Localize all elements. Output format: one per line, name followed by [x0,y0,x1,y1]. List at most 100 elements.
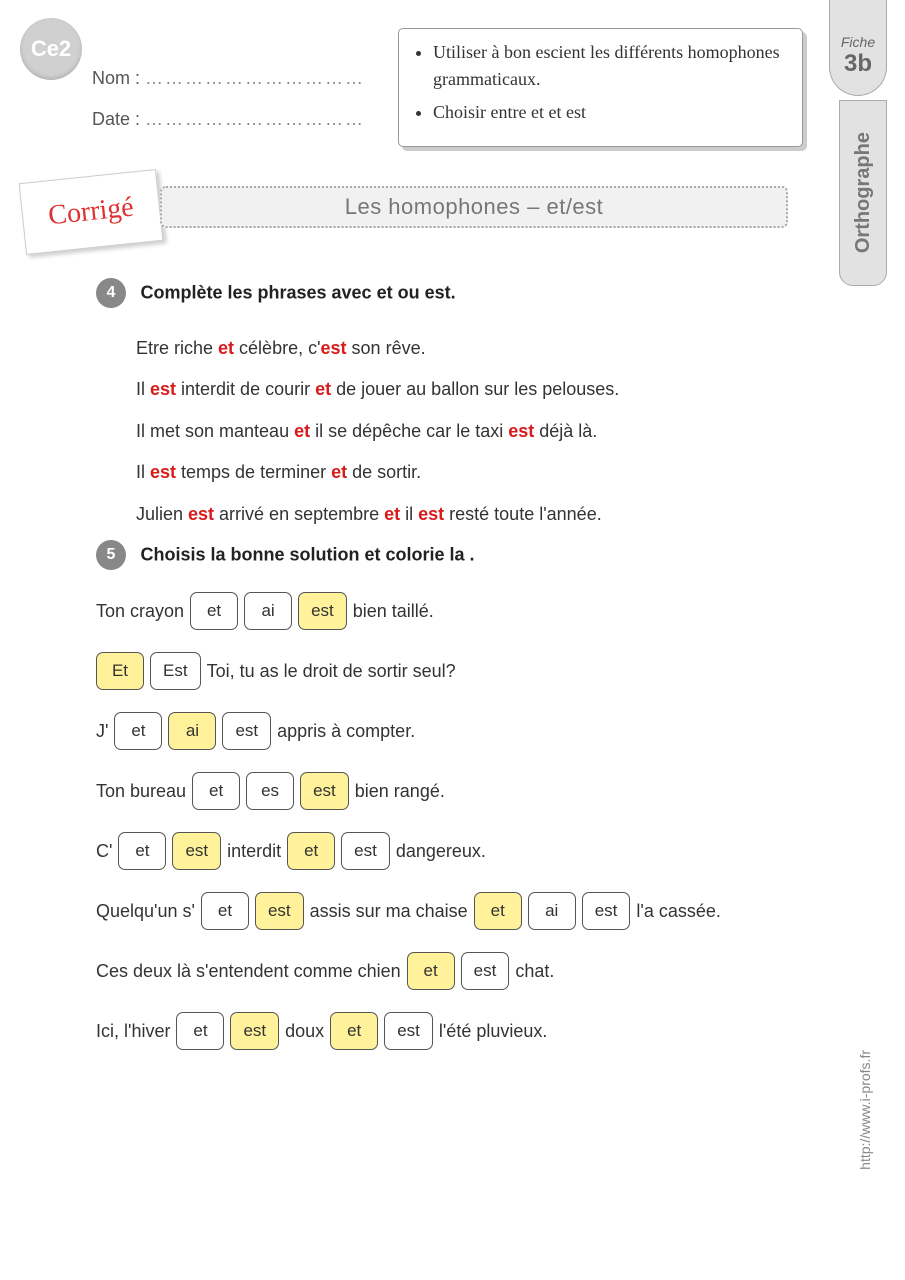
option-selected[interactable]: est [300,772,349,810]
text-fragment: interdit de courir [176,379,315,399]
exercise-number-badge: 4 [96,278,126,308]
name-label: Nom : [92,68,140,88]
text-fragment: Ici, l'hiver [96,1021,170,1042]
option[interactable]: et [118,832,166,870]
text-fragment: dangereux. [396,841,486,862]
answer-word: est [321,338,347,358]
option[interactable]: est [384,1012,433,1050]
text-fragment: de jouer au ballon sur les pelouses. [331,379,619,399]
text-fragment: Ces deux là s'entendent comme chien [96,961,401,982]
choice-row: Ton bureau etesest bien rangé. [96,772,816,810]
name-date-block: Nom : …………………………… Date : …………………………… [92,68,365,150]
exercise-4-lines: Etre riche et célèbre, c'est son rêve. I… [136,328,816,535]
option-selected[interactable]: est [298,592,347,630]
text-fragment: Toi, tu as le droit de sortir seul? [207,661,456,682]
text-fragment: Julien [136,504,188,524]
choice-row: C' etest interdit etest dangereux. [96,832,816,870]
text-fragment: temps de terminer [176,462,331,482]
option-selected[interactable]: et [474,892,522,930]
date-dots: …………………………… [145,109,365,129]
fiche-tab: Fiche 3b [829,0,887,96]
option[interactable]: est [341,832,390,870]
option[interactable]: et [201,892,249,930]
answer-word: et [315,379,331,399]
fiche-label: Fiche [830,34,886,50]
option[interactable]: ai [244,592,292,630]
text-fragment: doux [285,1021,324,1042]
option-selected[interactable]: et [407,952,455,990]
exercise-instruction: Choisis la bonne solution et colorie la … [140,545,474,565]
answer-word: est [150,462,176,482]
option-selected[interactable]: et [287,832,335,870]
text-fragment: interdit [227,841,281,862]
text-fragment: Il [136,379,150,399]
exercise-instruction: Complète les phrases avec et ou est. [140,283,455,303]
exercise-5: 5 Choisis la bonne solution et colorie l… [96,540,816,1072]
text-fragment: bien rangé. [355,781,445,802]
choice-row: Ces deux là s'entendent comme chien etes… [96,952,816,990]
option-selected[interactable]: est [255,892,304,930]
option-selected[interactable]: est [230,1012,279,1050]
option[interactable]: es [246,772,294,810]
title-bar: Les homophones – et/est [160,186,788,228]
text-fragment: il se dépêche car le taxi [310,421,508,441]
fiche-number: 3b [830,50,886,78]
sentence-line: Julien est arrivé en septembre et il est… [136,494,816,535]
option-selected[interactable]: ai [168,712,216,750]
grade-badge: Ce2 [20,18,82,80]
text-fragment: de sortir. [347,462,421,482]
text-fragment: Ton bureau [96,781,186,802]
text-fragment: son rêve. [347,338,426,358]
option[interactable]: et [114,712,162,750]
objective-item: Choisir entre et et est [433,99,788,126]
option[interactable]: Est [150,652,201,690]
answer-word: est [188,504,214,524]
answer-word: est [150,379,176,399]
text-fragment: il [400,504,418,524]
option[interactable]: et [192,772,240,810]
sentence-line: Etre riche et célèbre, c'est son rêve. [136,328,816,369]
objective-item: Utiliser à bon escient les différents ho… [433,39,788,93]
text-fragment: célèbre, c' [234,338,320,358]
corrige-sticker: Corrigé [19,169,164,255]
name-dots: …………………………… [145,68,365,88]
answer-word: est [508,421,534,441]
sentence-line: Il est temps de terminer et de sortir. [136,452,816,493]
option[interactable]: est [222,712,271,750]
option-selected[interactable]: Et [96,652,144,690]
text-fragment: Etre riche [136,338,218,358]
text-fragment: appris à compter. [277,721,415,742]
answer-word: et [218,338,234,358]
subject-tab: Orthographe [839,100,887,286]
answer-word: et [384,504,400,524]
option-selected[interactable]: est [172,832,221,870]
exercise-5-lines: Ton crayonetaiest bien taillé.EtEst Toi,… [96,592,816,1050]
answer-word: est [418,504,444,524]
choice-row: Quelqu'un s' etest assis sur ma chaise e… [96,892,816,930]
text-fragment: chat. [515,961,554,982]
subject-label: Orthographe [852,132,875,253]
date-label: Date : [92,109,140,129]
option[interactable]: est [461,952,510,990]
option[interactable]: est [582,892,631,930]
text-fragment: bien taillé. [353,601,434,622]
answer-word: et [294,421,310,441]
text-fragment: Quelqu'un s' [96,901,195,922]
text-fragment: l'a cassée. [636,901,720,922]
answer-word: et [331,462,347,482]
choice-row: Ici, l'hiver etest doux etest l'été pluv… [96,1012,816,1050]
text-fragment: assis sur ma chaise [310,901,468,922]
objectives-box: Utiliser à bon escient les différents ho… [398,28,803,147]
option-selected[interactable]: et [330,1012,378,1050]
exercise-4: 4 Complète les phrases avec et ou est. E… [96,278,816,535]
sentence-line: Il met son manteau et il se dépêche car … [136,411,816,452]
text-fragment: J' [96,721,108,742]
text-fragment: déjà là. [534,421,597,441]
option[interactable]: ai [528,892,576,930]
text-fragment: Ton crayon [96,601,184,622]
choice-row: Ton crayon etaiest bien taillé. [96,592,816,630]
option[interactable]: et [190,592,238,630]
exercise-number-badge: 5 [96,540,126,570]
option[interactable]: et [176,1012,224,1050]
text-fragment: Il [136,462,150,482]
